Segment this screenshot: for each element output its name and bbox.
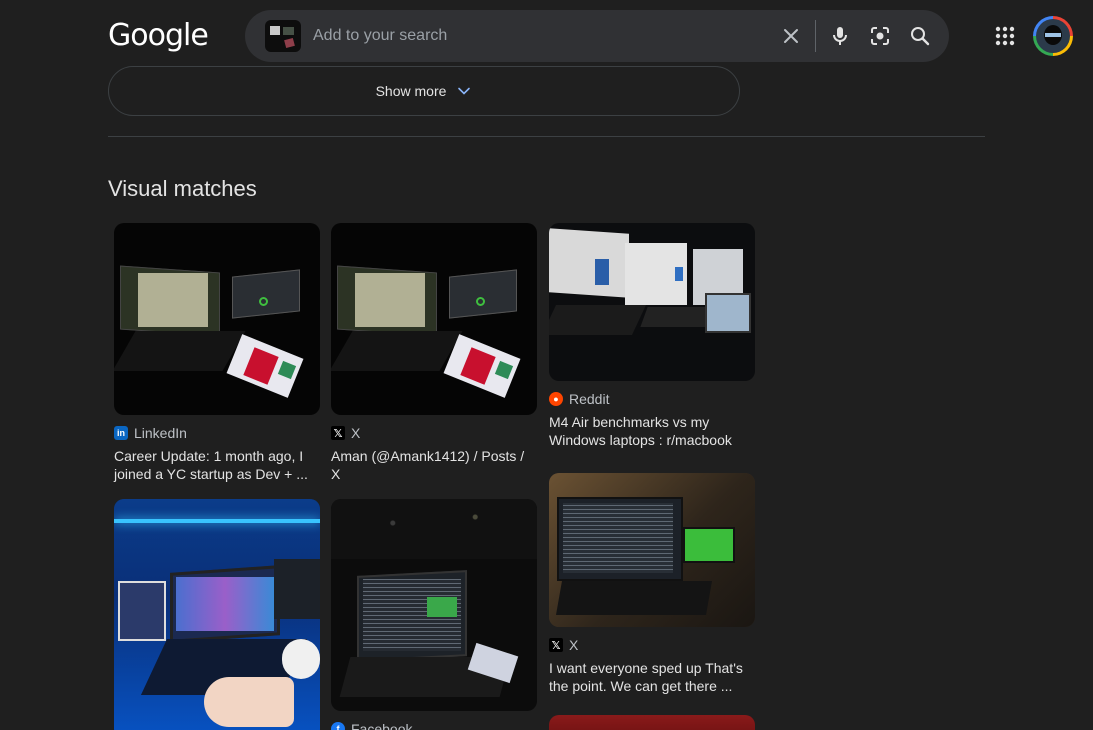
linkedin-icon: in <box>114 426 128 440</box>
show-more-label: Show more <box>375 83 447 99</box>
result-card[interactable] <box>549 715 755 730</box>
result-source[interactable]: in LinkedIn <box>114 423 320 443</box>
result-card[interactable]: ● Reddit M4 Air benchmarks vs my Windows… <box>549 223 755 449</box>
result-source[interactable]: 𝕏 X <box>549 635 755 655</box>
source-name: LinkedIn <box>134 425 187 441</box>
result-card[interactable]: f Facebook <box>331 499 537 730</box>
result-title[interactable]: M4 Air benchmarks vs my Windows laptops … <box>549 413 755 449</box>
search-icon[interactable] <box>908 24 932 48</box>
reddit-icon: ● <box>549 392 563 406</box>
result-title[interactable]: Aman (@Amank1412) / Posts / X <box>331 447 537 483</box>
visual-matches-heading: Visual matches <box>108 176 257 201</box>
source-name: X <box>351 425 361 441</box>
result-source[interactable]: f Facebook <box>331 719 537 730</box>
clear-icon[interactable] <box>779 24 803 48</box>
result-card[interactable]: 𝕏 X I want everyone sped up That's the p… <box>549 473 755 695</box>
result-image[interactable] <box>114 223 320 415</box>
microphone-icon[interactable] <box>828 24 852 48</box>
result-image[interactable] <box>549 223 755 381</box>
search-divider <box>815 20 816 52</box>
x-icon: 𝕏 <box>549 638 563 652</box>
result-card[interactable] <box>114 499 320 730</box>
result-image[interactable] <box>549 473 755 627</box>
source-name: Facebook <box>351 721 413 730</box>
result-image[interactable] <box>331 223 537 415</box>
result-card[interactable]: 𝕏 X Aman (@Amank1412) / Posts / X <box>331 223 537 483</box>
section-divider <box>108 136 985 137</box>
source-name: X <box>569 637 579 653</box>
search-input[interactable]: Add to your search <box>313 27 447 45</box>
result-image[interactable] <box>114 499 320 730</box>
search-box[interactable]: Add to your search <box>245 10 949 62</box>
chevron-down-icon <box>458 87 471 95</box>
lens-camera-icon[interactable] <box>868 24 892 48</box>
show-more-button[interactable]: Show more <box>108 66 740 116</box>
google-logo[interactable]: Google <box>108 18 209 53</box>
google-apps-icon[interactable] <box>993 24 1017 48</box>
top-bar: Google Add to your search <box>0 0 1093 72</box>
result-title[interactable]: Career Update: 1 month ago, I joined a Y… <box>114 447 320 483</box>
result-image[interactable] <box>331 499 537 711</box>
result-card[interactable]: in LinkedIn Career Update: 1 month ago, … <box>114 223 320 483</box>
account-avatar[interactable] <box>1033 16 1073 56</box>
result-title[interactable]: I want everyone sped up That's the point… <box>549 659 755 695</box>
source-name: Reddit <box>569 391 610 407</box>
x-icon: 𝕏 <box>331 426 345 440</box>
result-source[interactable]: ● Reddit <box>549 389 755 409</box>
facebook-icon: f <box>331 722 345 730</box>
result-source[interactable]: 𝕏 X <box>331 423 537 443</box>
search-image-thumbnail[interactable] <box>265 20 301 52</box>
result-image[interactable] <box>549 715 755 730</box>
